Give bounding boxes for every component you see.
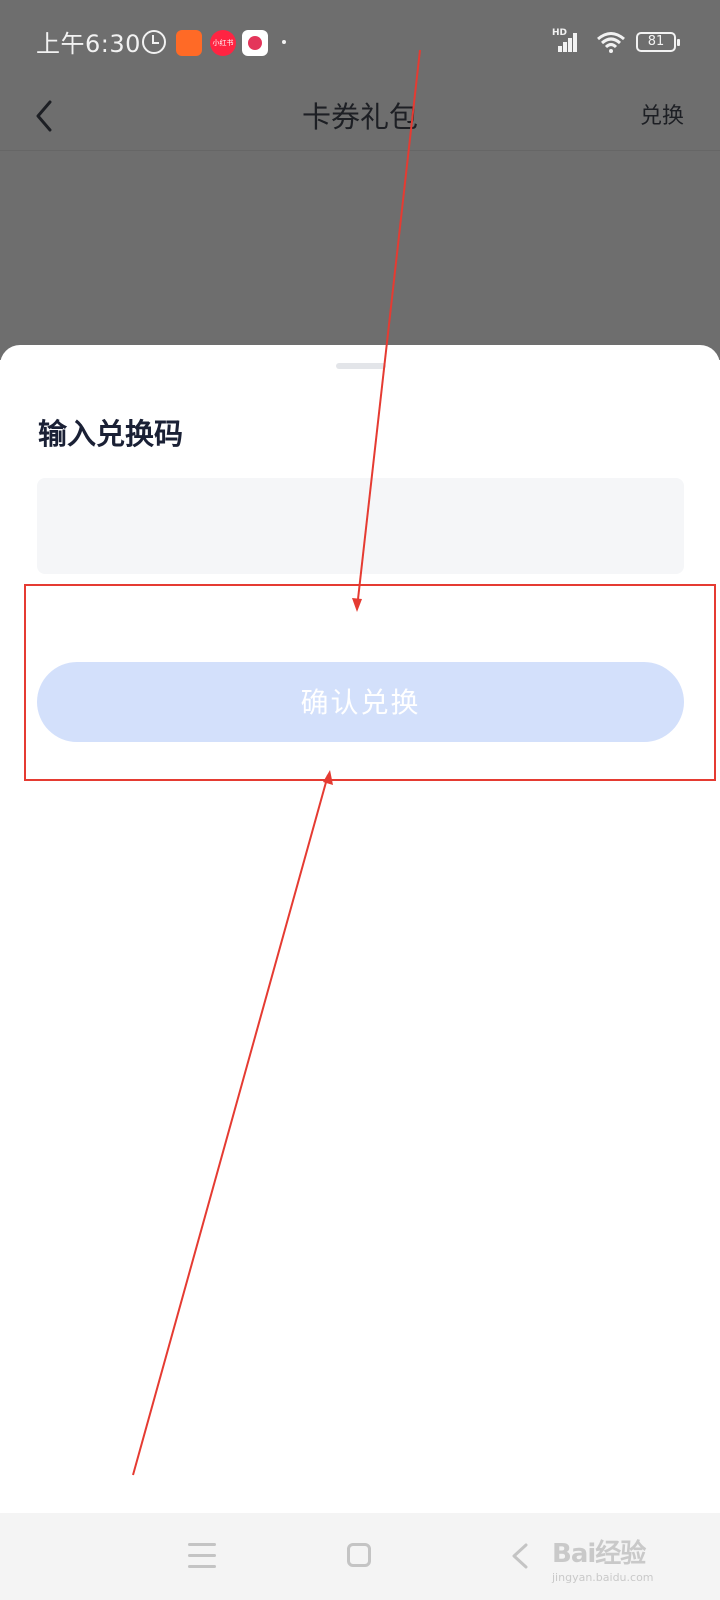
redeem-bottom-sheet: 输入兑换码 确认兑换 — [0, 345, 720, 1513]
confirm-redeem-button[interactable]: 确认兑换 — [37, 662, 684, 742]
xiaohongshu-app-icon: 小红书 — [210, 30, 236, 56]
sheet-title: 输入兑换码 — [38, 417, 184, 451]
status-bar: 上午6:30 小红书 HD 81 — [0, 0, 720, 86]
more-dot-icon — [282, 40, 286, 44]
home-icon[interactable] — [347, 1543, 371, 1567]
menu-icon[interactable] — [188, 1543, 216, 1569]
header-bar: 卡券礼包 兑换 — [0, 86, 720, 151]
page-title: 卡券礼包 — [301, 100, 418, 134]
dimmed-background[interactable]: 上午6:30 小红书 HD 81 卡券礼包 兑换 — [0, 0, 720, 360]
wifi-icon — [597, 32, 625, 53]
back-icon[interactable] — [506, 1541, 536, 1571]
screen: 上午6:30 小红书 HD 81 卡券礼包 兑换 输入兑换码 确认兑换 Bai经… — [0, 0, 720, 1600]
sheet-drag-handle[interactable] — [336, 363, 386, 369]
system-navigation-bar: Bai经验 jingyan.baidu.com — [0, 1513, 720, 1600]
signal-icon — [552, 30, 578, 52]
video-app-icon — [242, 30, 268, 56]
status-time: 上午6:30 — [36, 30, 141, 58]
watermark-url: jingyan.baidu.com — [552, 1571, 654, 1584]
redeem-code-input[interactable] — [37, 478, 684, 574]
watermark-logo: Bai经验 — [552, 1539, 646, 1569]
redeem-link[interactable]: 兑换 — [640, 98, 684, 130]
kuaishou-app-icon — [176, 30, 202, 56]
alarm-icon — [142, 30, 166, 54]
battery-icon: 81 — [636, 32, 680, 52]
